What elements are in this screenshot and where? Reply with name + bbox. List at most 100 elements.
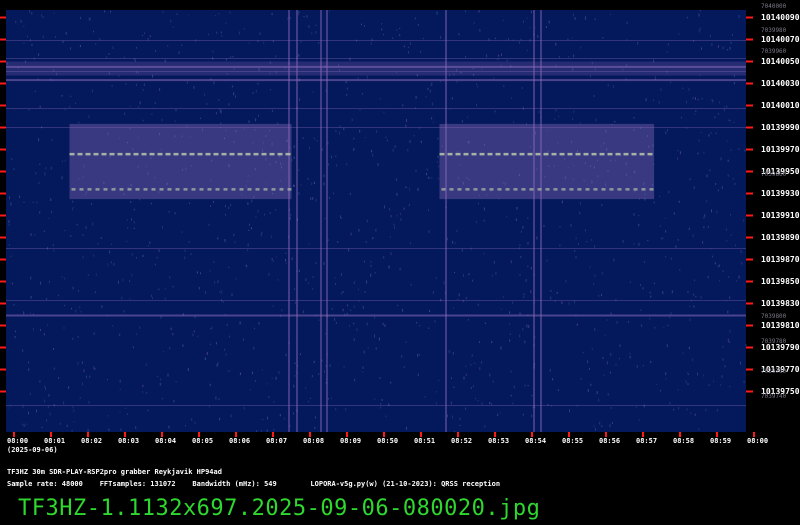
noise-speck xyxy=(88,115,90,118)
noise-speck xyxy=(38,53,40,56)
noise-speck xyxy=(432,121,434,123)
noise-speck xyxy=(490,402,492,406)
noise-speck xyxy=(334,277,336,279)
noise-speck xyxy=(349,325,350,327)
qrss-upper-dash xyxy=(543,152,549,156)
noise-speck xyxy=(673,212,675,215)
noise-speck xyxy=(40,281,42,285)
noise-speck xyxy=(53,249,55,252)
noise-speck xyxy=(701,47,702,50)
noise-speck xyxy=(20,19,22,23)
noise-speck xyxy=(252,371,253,374)
secondary-frequency-label: 7039860 xyxy=(761,171,787,178)
right-tick xyxy=(746,258,753,261)
noise-speck xyxy=(61,176,63,180)
noise-speck xyxy=(727,49,729,51)
noise-speck xyxy=(262,418,264,421)
noise-speck xyxy=(732,178,734,180)
noise-speck xyxy=(186,81,188,84)
noise-speck xyxy=(300,353,301,356)
noise-speck xyxy=(730,234,732,237)
noise-speck xyxy=(293,145,295,149)
secondary-frequency-label: 7039800 xyxy=(761,313,787,320)
noise-speck xyxy=(590,75,592,78)
noise-speck xyxy=(252,92,254,94)
noise-speck xyxy=(709,35,711,37)
noise-speck xyxy=(493,77,495,79)
noise-speck xyxy=(227,370,229,372)
noise-speck xyxy=(206,103,208,105)
noise-speck xyxy=(164,288,166,290)
noise-speck xyxy=(209,269,211,272)
noise-speck xyxy=(94,291,96,294)
noise-speck xyxy=(308,282,310,284)
noise-speck xyxy=(258,322,260,325)
noise-speck xyxy=(46,298,48,300)
noise-speck xyxy=(86,375,87,379)
noise-speck xyxy=(713,380,714,383)
noise-speck xyxy=(192,333,194,337)
noise-speck xyxy=(431,117,433,120)
qrss-lower-dash xyxy=(111,188,116,191)
noise-speck xyxy=(383,34,384,36)
noise-speck xyxy=(403,45,405,48)
noise-speck xyxy=(335,282,337,285)
noise-speck xyxy=(649,291,651,294)
noise-speck xyxy=(48,218,50,219)
noise-speck xyxy=(340,215,341,219)
noise-speck xyxy=(361,23,362,26)
noise-speck xyxy=(78,290,80,292)
noise-speck xyxy=(417,187,419,191)
noise-speck xyxy=(550,296,552,300)
noise-speck xyxy=(154,102,156,105)
noise-speck xyxy=(194,316,196,319)
noise-speck xyxy=(675,245,677,248)
noise-speck xyxy=(188,240,190,243)
noise-speck xyxy=(716,210,718,214)
noise-speck xyxy=(461,119,463,123)
noise-speck xyxy=(248,223,250,226)
noise-speck xyxy=(498,54,500,57)
noise-speck xyxy=(559,244,561,247)
noise-speck xyxy=(697,98,699,101)
noise-speck xyxy=(324,333,326,335)
noise-speck xyxy=(607,393,609,396)
noise-speck xyxy=(582,352,584,354)
noise-speck xyxy=(185,425,186,427)
right-tick xyxy=(746,126,753,129)
qrss-lower-dash xyxy=(633,188,638,191)
noise-speck xyxy=(686,408,688,411)
noise-speck xyxy=(47,324,49,326)
noise-speck xyxy=(94,367,96,370)
noise-speck xyxy=(80,311,82,313)
noise-speck xyxy=(111,85,113,87)
time-tick-label: 08:02 xyxy=(81,437,103,445)
noise-speck xyxy=(699,27,701,30)
noise-speck xyxy=(95,42,97,45)
noise-speck xyxy=(392,148,394,152)
noise-speck xyxy=(629,355,631,359)
qrss-upper-dash xyxy=(109,152,115,156)
qrss-lower-dash xyxy=(119,188,124,191)
noise-speck xyxy=(503,296,504,298)
noise-speck xyxy=(72,405,74,409)
right-tick xyxy=(746,214,753,217)
noise-speck xyxy=(283,417,285,420)
noise-speck xyxy=(270,89,272,91)
noise-speck xyxy=(173,400,175,403)
noise-speck xyxy=(650,360,652,364)
noise-speck xyxy=(603,374,605,376)
noise-speck xyxy=(269,212,271,214)
noise-speck xyxy=(77,361,79,365)
noise-speck xyxy=(28,109,30,111)
noise-speck xyxy=(703,226,705,229)
qrss-upper-dash xyxy=(165,152,171,156)
noise-speck xyxy=(401,355,403,358)
qrss-upper-dash xyxy=(495,152,501,156)
noise-speck xyxy=(134,60,136,62)
qrss-upper-dash xyxy=(85,152,91,156)
noise-speck xyxy=(424,396,426,398)
right-tick xyxy=(746,346,753,349)
noise-speck xyxy=(323,262,325,265)
frequency-tick-label: 10140030 xyxy=(761,78,800,88)
